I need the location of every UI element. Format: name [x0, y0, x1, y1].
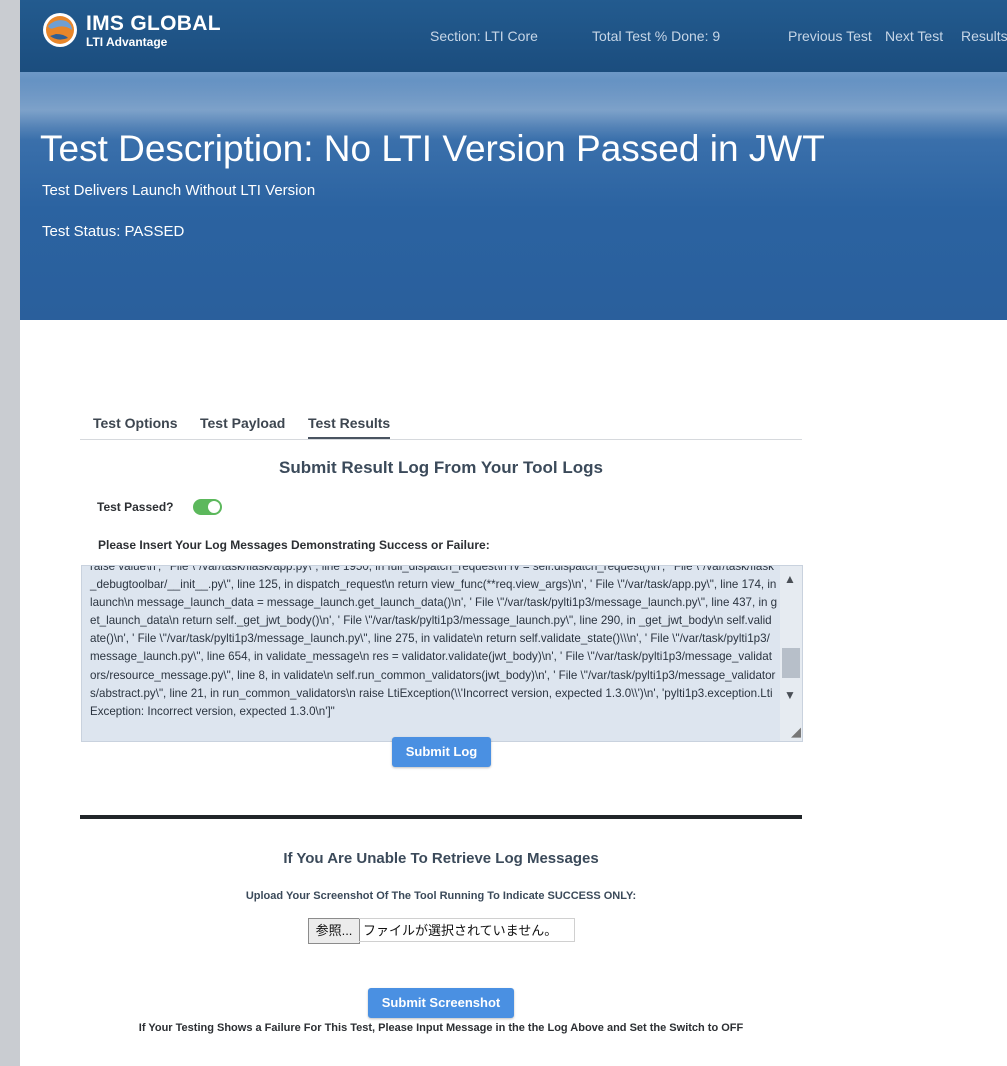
next-test-link[interactable]: Next Test: [885, 28, 943, 44]
top-navbar: IMS GLOBAL LTI Advantage Section: LTI Co…: [20, 0, 1007, 73]
page-subtitle: Test Delivers Launch Without LTI Version: [42, 182, 316, 199]
total-done-indicator: Total Test % Done: 9: [592, 28, 721, 44]
hero-banner: Test Description: No LTI Version Passed …: [20, 72, 1007, 320]
test-status: Test Status: PASSED: [42, 223, 185, 240]
log-textarea[interactable]: raise value\n', ' File \"/var/task/flask…: [81, 565, 803, 742]
no-file-selected-text: ファイルが選択されていません。: [359, 918, 575, 942]
tab-test-results[interactable]: Test Results: [308, 415, 391, 439]
tab-test-options[interactable]: Test Options: [93, 415, 178, 431]
scroll-down-arrow-icon[interactable]: ▼: [784, 688, 796, 702]
result-log-title: Submit Result Log From Your Tool Logs: [279, 458, 603, 477]
log-textarea-content: raise value\n', ' File \"/var/task/flask…: [90, 565, 780, 718]
logo-subtitle: LTI Advantage: [86, 34, 168, 49]
screenshot-instructions: Upload Your Screenshot Of The Tool Runni…: [245, 890, 637, 902]
log-scrollbar[interactable]: ▲ ▼ ◢: [780, 566, 802, 741]
section-indicator: Section: LTI Core: [430, 28, 538, 44]
logo-title: IMS GLOBAL: [86, 11, 221, 35]
page-title: Test Description: No LTI Version Passed …: [40, 128, 825, 169]
submit-log-button[interactable]: Submit Log: [392, 737, 491, 767]
browse-file-button[interactable]: 参照...: [308, 918, 360, 944]
scroll-up-arrow-icon[interactable]: ▲: [784, 572, 796, 586]
test-passed-toggle[interactable]: [193, 499, 222, 515]
screenshot-section-title: If You Are Unable To Retrieve Log Messag…: [283, 850, 599, 867]
ims-global-logo[interactable]: IMS GLOBAL LTI Advantage: [42, 12, 221, 48]
failure-footnote: If Your Testing Shows a Failure For This…: [138, 1022, 744, 1034]
insert-log-label: Please Insert Your Log Messages Demonstr…: [98, 538, 490, 552]
tab-test-payload[interactable]: Test Payload: [200, 415, 285, 431]
page: IMS GLOBAL LTI Advantage Section: LTI Co…: [20, 0, 1007, 1066]
resize-grip-icon[interactable]: ◢: [791, 724, 801, 740]
test-passed-label: Test Passed?: [97, 500, 174, 514]
test-tabs: Test Options Test Payload Test Results: [80, 405, 802, 440]
results-link[interactable]: Results: [961, 28, 1007, 44]
globe-icon: [43, 13, 77, 47]
scroll-thumb[interactable]: [782, 648, 800, 678]
submit-screenshot-button[interactable]: Submit Screenshot: [368, 988, 514, 1018]
section-divider: [80, 815, 802, 819]
toggle-knob: [208, 501, 220, 513]
previous-test-link[interactable]: Previous Test: [788, 28, 872, 44]
